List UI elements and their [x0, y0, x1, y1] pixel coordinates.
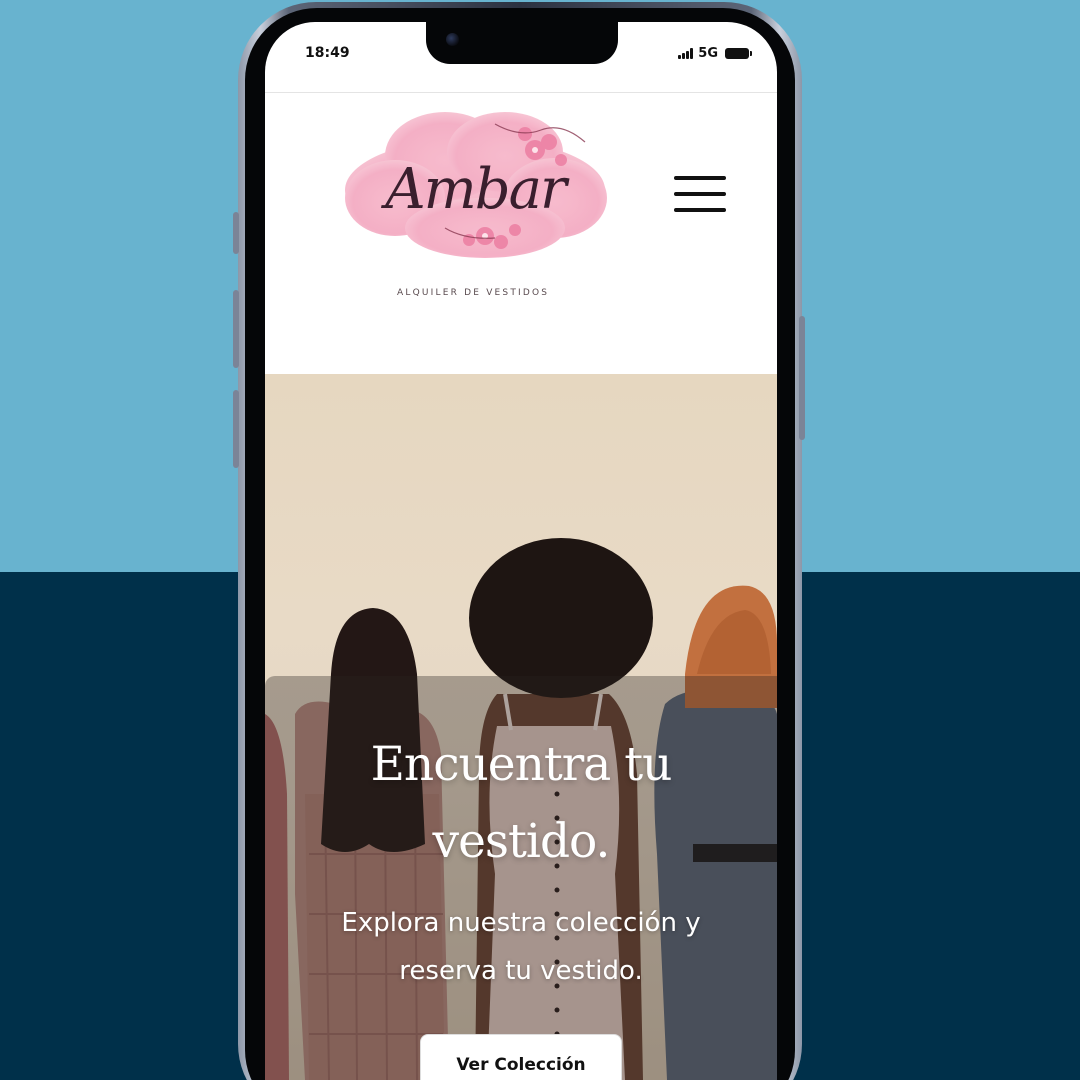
- hero-title: Encuentra tu vestido.: [370, 737, 673, 869]
- phone-action-button: [233, 212, 239, 254]
- hero-section: Encuentra tu vestido. Explora nuestra co…: [265, 374, 777, 1080]
- logo-wordmark: Ambar: [380, 157, 570, 222]
- signal-icon: [678, 48, 694, 59]
- status-time: 18:49: [305, 45, 350, 61]
- phone-volume-up-button: [233, 290, 239, 368]
- network-label: 5G: [698, 46, 718, 61]
- phone-screen: 18:49 5G Ambar ALQUILER DE VESTIDOS Encu…: [265, 22, 777, 1080]
- view-collection-button[interactable]: Ver Colección: [420, 1034, 622, 1080]
- hero-subtitle: Explora nuestra colección y reserva tu v…: [341, 908, 701, 986]
- hamburger-menu-icon[interactable]: [672, 172, 728, 216]
- battery-icon: [725, 48, 752, 59]
- status-indicators: 5G: [678, 46, 752, 61]
- ambar-logo[interactable]: Ambar: [335, 90, 615, 268]
- phone-power-button: [799, 316, 805, 440]
- logo-tagline: ALQUILER DE VESTIDOS: [397, 288, 550, 298]
- front-camera: [446, 33, 459, 46]
- ambar-logo-artwork: Ambar: [345, 112, 607, 258]
- phone-volume-down-button: [233, 390, 239, 468]
